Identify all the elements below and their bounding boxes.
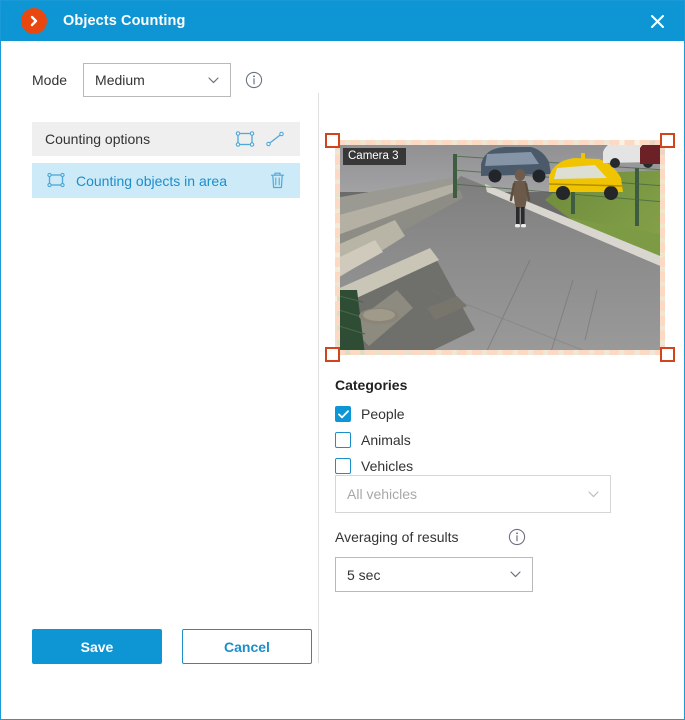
counting-option-row[interactable]: Counting objects in area [32, 163, 300, 198]
resize-handle-top-left[interactable] [325, 133, 340, 148]
camera-preview[interactable]: Camera 3 [325, 133, 675, 362]
close-icon[interactable] [642, 6, 672, 36]
resize-handle-bottom-right[interactable] [660, 347, 675, 362]
chevron-down-icon [202, 76, 224, 84]
column-divider [318, 93, 319, 663]
averaging-label: Averaging of results [335, 529, 459, 545]
camera-name-label: Camera 3 [343, 148, 406, 165]
averaging-row: Averaging of results [335, 528, 611, 546]
resize-handle-bottom-left[interactable] [325, 347, 340, 362]
left-panel: Mode Medium Counting options Counting ob… [1, 41, 318, 198]
draw-area-icon[interactable] [230, 126, 260, 152]
counting-option-label: Counting objects in area [76, 172, 227, 189]
trash-icon[interactable] [266, 170, 288, 192]
resize-handle-top-right[interactable] [660, 133, 675, 148]
counting-options-header: Counting options [32, 122, 300, 156]
camera-video-frame [335, 140, 665, 355]
checkbox-label-animals: Animals [361, 432, 411, 448]
save-button[interactable]: Save [32, 629, 162, 664]
vehicle-filter-value: All vehicles [347, 486, 418, 502]
categories-title: Categories [335, 377, 408, 393]
mode-label: Mode [32, 72, 68, 88]
draw-line-icon[interactable] [260, 126, 290, 152]
checkbox-row-animals[interactable]: Animals [335, 427, 635, 453]
mode-row: Mode Medium [32, 63, 318, 97]
averaging-select-value: 5 sec [347, 566, 381, 583]
vehicle-filter-select: All vehicles [335, 475, 611, 513]
checkbox-people[interactable] [335, 406, 351, 422]
window-title: Objects Counting [63, 13, 186, 29]
chevron-right-circle-icon [21, 8, 47, 34]
cancel-button[interactable]: Cancel [182, 629, 312, 664]
chevron-down-icon [582, 490, 604, 498]
counting-options-panel: Counting options Counting objects in are… [32, 122, 300, 198]
dialog-body: Mode Medium Counting options Counting ob… [1, 41, 684, 719]
checkbox-vehicles[interactable] [335, 458, 351, 474]
dialog-footer: Save Cancel [1, 621, 684, 719]
averaging-info-icon[interactable] [508, 528, 526, 546]
title-bar: Objects Counting [1, 1, 684, 41]
mode-select-value: Medium [95, 72, 145, 88]
categories-section: Categories People Animals Vehicles [335, 377, 635, 479]
checkbox-animals[interactable] [335, 432, 351, 448]
mode-info-icon[interactable] [245, 71, 263, 89]
chevron-down-icon [504, 571, 526, 578]
averaging-select[interactable]: 5 sec [335, 557, 533, 592]
mode-select[interactable]: Medium [83, 63, 232, 97]
objects-counting-dialog: Objects Counting Mode Medium Counting op… [0, 0, 685, 720]
checkbox-label-vehicles: Vehicles [361, 458, 414, 474]
checkbox-row-people[interactable]: People [335, 401, 635, 427]
counting-options-label: Counting options [45, 131, 151, 147]
area-icon [45, 172, 67, 189]
checkbox-label-people: People [361, 406, 405, 422]
